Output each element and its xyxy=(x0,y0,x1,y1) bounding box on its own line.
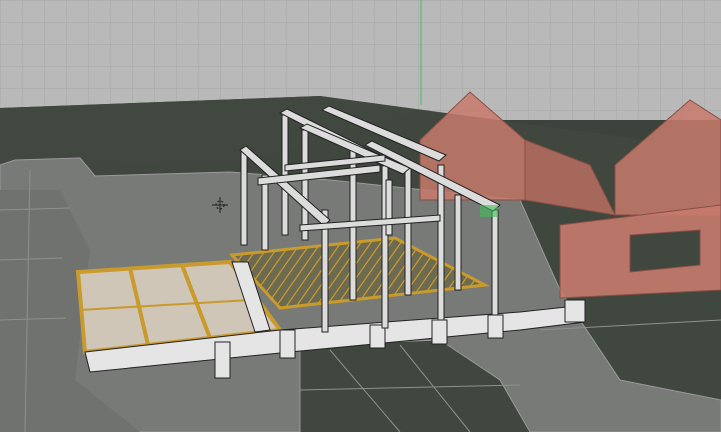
viewport-canvas[interactable] xyxy=(0,0,721,432)
3d-viewport[interactable] xyxy=(0,0,721,432)
green-marker xyxy=(480,205,498,217)
window-opening xyxy=(629,229,701,273)
